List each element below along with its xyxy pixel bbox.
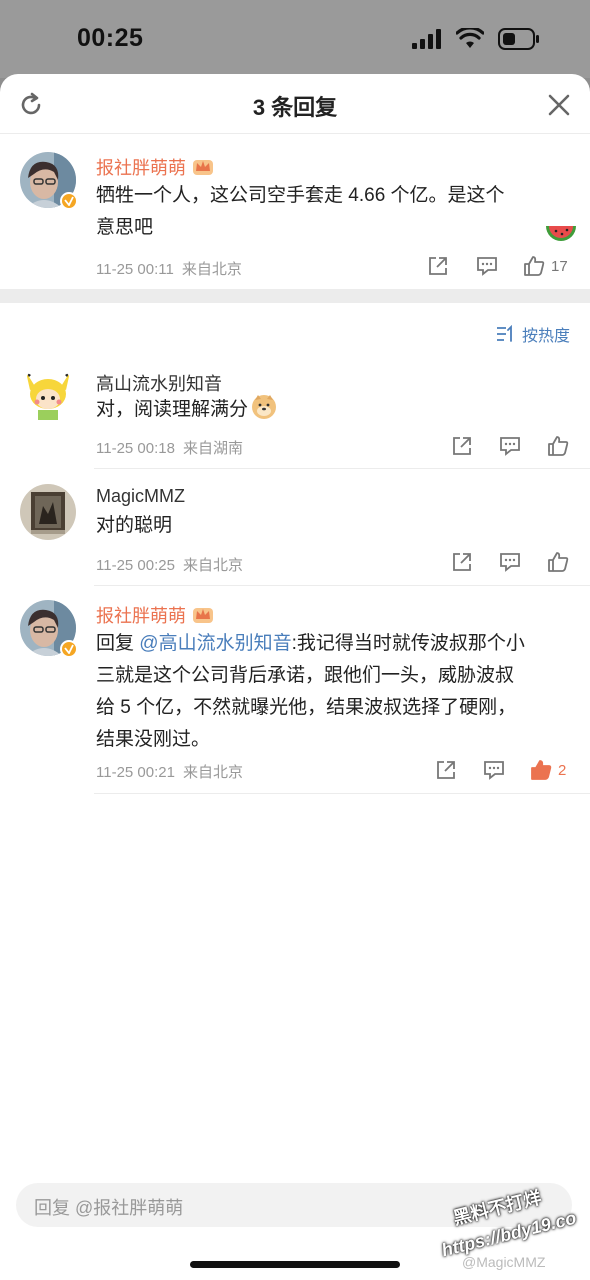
like-icon bbox=[531, 760, 552, 780]
avatar[interactable] bbox=[20, 484, 76, 540]
battery-icon bbox=[498, 28, 539, 50]
close-icon[interactable] bbox=[546, 92, 572, 118]
share-icon bbox=[453, 437, 471, 455]
content-line: 牺牲一个人，这公司空手套走 4.66 个亿。是这个 bbox=[96, 185, 505, 206]
share-button[interactable] bbox=[436, 760, 456, 780]
home-indicator[interactable] bbox=[190, 1261, 400, 1268]
like-count: 17 bbox=[551, 257, 568, 275]
comment-icon bbox=[500, 437, 520, 456]
status-icons bbox=[412, 28, 540, 50]
reply-divider bbox=[94, 468, 590, 469]
comment-icon bbox=[500, 553, 520, 572]
reply-meta: 11-25 00:18 来自湖南 bbox=[96, 437, 251, 458]
username[interactable]: 高山流水别知音 bbox=[96, 370, 222, 396]
content-line: 结果没刚过。 bbox=[96, 729, 211, 750]
content-line: 给 5 个亿，不然就曝光他，结果波叔选择了硬刚， bbox=[96, 697, 517, 718]
comment-button[interactable] bbox=[499, 552, 521, 572]
content-line: 回复 @高山流水别知音:我记得当时就传波叔那个小 bbox=[96, 628, 576, 660]
sort-button[interactable]: 按热度 bbox=[496, 322, 570, 346]
like-icon bbox=[524, 256, 545, 276]
reply-location: 来自湖南 bbox=[182, 440, 243, 457]
username-text: 报社胖萌萌 bbox=[96, 158, 186, 178]
username[interactable]: 报社胖萌萌 bbox=[96, 602, 214, 628]
comment-button[interactable] bbox=[499, 436, 521, 456]
share-icon bbox=[453, 553, 471, 571]
status-bar: 00:25 bbox=[0, 0, 590, 78]
section-divider bbox=[0, 289, 590, 303]
username[interactable]: MagicMMZ bbox=[96, 486, 185, 507]
doge-emoji bbox=[252, 395, 277, 419]
reply-time: 11-25 00:18 bbox=[96, 440, 175, 457]
content-line: 三就是这个公司背后承诺，跟他们一头，威胁波叔 bbox=[96, 665, 515, 686]
share-button[interactable] bbox=[428, 256, 448, 276]
reply-location: 来自北京 bbox=[182, 557, 243, 574]
avatar[interactable] bbox=[20, 152, 78, 210]
comment-icon bbox=[477, 257, 497, 276]
username[interactable]: 报社胖萌萌 bbox=[96, 154, 214, 180]
replies-sheet: 3 条回复 报社胖萌萌 牺牲一个人，这公司空手套走 4.66 个亿。是这个 意思… bbox=[0, 74, 590, 1280]
reply-content: 对，阅读理解满分 bbox=[96, 394, 277, 426]
comment-time: 11-25 00:11 bbox=[96, 261, 174, 278]
reply-time: 11-25 00:25 bbox=[96, 557, 175, 574]
crown-icon bbox=[193, 608, 213, 623]
share-icon bbox=[437, 761, 455, 779]
verified-icon bbox=[60, 640, 78, 658]
sheet-header: 3 条回复 bbox=[0, 74, 590, 134]
crown-icon bbox=[193, 160, 213, 175]
like-icon bbox=[548, 552, 569, 572]
reply-meta: 11-25 00:25 来自北京 bbox=[96, 554, 251, 575]
reply-divider bbox=[94, 793, 590, 794]
comment-button[interactable] bbox=[476, 256, 498, 276]
like-button[interactable]: 17 bbox=[523, 255, 568, 277]
sort-icon bbox=[496, 325, 512, 342]
weibo-watermark: @MagicMMZ bbox=[462, 1254, 546, 1270]
content-text: :我记得当时就传波叔那个小 bbox=[291, 633, 525, 654]
reply-time: 11-25 00:21 bbox=[96, 764, 175, 781]
avatar[interactable] bbox=[20, 366, 76, 422]
reply-prefix: 回复 bbox=[96, 633, 140, 654]
comment-content: 牺牲一个人，这公司空手套走 4.66 个亿。是这个 意思吧 bbox=[96, 180, 576, 244]
wifi-icon bbox=[456, 28, 484, 48]
comment-icon bbox=[484, 761, 504, 780]
like-button[interactable] bbox=[547, 551, 569, 573]
content-line: 意思吧 bbox=[96, 217, 154, 238]
mention-link[interactable]: @高山流水别知音 bbox=[139, 633, 291, 654]
sort-label: 按热度 bbox=[521, 328, 570, 345]
username-text: 报社胖萌萌 bbox=[96, 606, 186, 626]
share-button[interactable] bbox=[452, 436, 472, 456]
verified-icon bbox=[60, 192, 78, 210]
reply-content: 回复 @高山流水别知音:我记得当时就传波叔那个小 三就是这个公司背后承诺，跟他们… bbox=[96, 628, 576, 756]
share-button[interactable] bbox=[452, 552, 472, 572]
signal-icon bbox=[412, 29, 441, 49]
avatar-image bbox=[20, 484, 76, 540]
reply-content: 对的聪明 bbox=[96, 515, 173, 536]
content-text: 对，阅读理解满分 bbox=[96, 399, 249, 420]
like-button[interactable] bbox=[547, 435, 569, 457]
watermelon-emoji bbox=[546, 226, 576, 241]
like-button[interactable]: 2 bbox=[530, 759, 566, 781]
reply-divider bbox=[94, 585, 590, 586]
like-icon bbox=[548, 436, 569, 456]
status-time: 00:25 bbox=[77, 24, 144, 52]
reply-location: 来自北京 bbox=[182, 764, 243, 781]
comment-location: 来自北京 bbox=[181, 261, 242, 278]
like-count: 2 bbox=[558, 761, 567, 779]
reply-meta: 11-25 00:21 来自北京 bbox=[96, 761, 251, 782]
share-icon bbox=[429, 257, 447, 275]
comment-meta: 11-25 00:11 来自北京 bbox=[96, 258, 250, 279]
avatar[interactable] bbox=[20, 600, 78, 658]
sheet-title: 3 条回复 bbox=[252, 95, 338, 120]
comment-button[interactable] bbox=[483, 760, 505, 780]
avatar-image bbox=[20, 366, 76, 422]
